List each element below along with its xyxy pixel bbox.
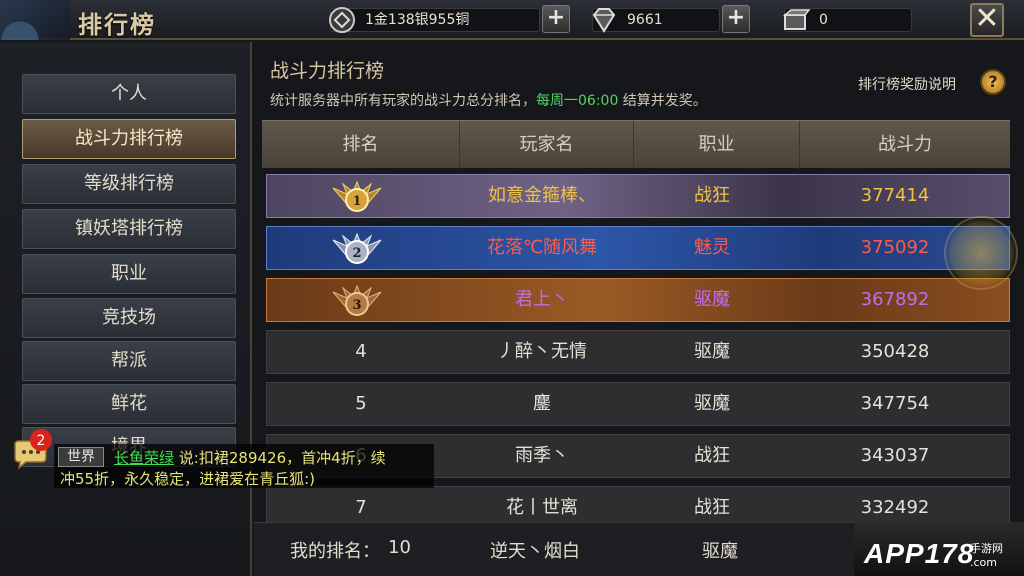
help-icon[interactable]: ? <box>980 69 1006 95</box>
diamond-icon <box>589 5 619 35</box>
desc-text: 统计服务器中所有玩家的战斗力总分排名， <box>270 93 536 109</box>
table-row[interactable]: 2 花落℃随风舞 魅灵 375092 <box>266 226 1010 270</box>
site-watermark: APP178 手游网 .com <box>854 522 1024 576</box>
desc-text-end: 结算并发奖。 <box>618 93 707 109</box>
page-title: 排行榜 <box>78 10 156 39</box>
header-power: 战斗力 <box>878 134 932 155</box>
player-class: 战狂 <box>694 185 730 206</box>
table-row[interactable]: 3 君上丶 驱魔 367892 <box>266 278 1010 322</box>
desc-time: 每周一06:00 <box>536 93 619 109</box>
nav-item-tower[interactable]: 镇妖塔排行榜 <box>22 209 236 249</box>
chat-line-1: 长鱼荣绿 说:扣裙289426，首冲4折，续 <box>114 447 386 468</box>
watermark-sub: 手游网 .com <box>970 540 1003 569</box>
currency-value: 1金138银955铜 <box>365 12 470 28</box>
player-rank: 5 <box>355 393 367 414</box>
player-power: 343037 <box>860 445 930 466</box>
player-name: 花落℃随风舞 <box>486 237 598 258</box>
nav-item-label: 等级排行榜 <box>84 173 174 194</box>
watermark-domain: .com <box>970 556 997 569</box>
nav-item-label: 帮派 <box>111 350 147 371</box>
panel-title: 战斗力排行榜 <box>270 60 385 82</box>
player-power: 377414 <box>860 185 930 206</box>
panel-description: 统计服务器中所有玩家的战斗力总分排名，每周一06:00 结算并发奖。 <box>270 90 707 110</box>
player-class: 驱魔 <box>694 289 730 310</box>
unread-badge: 2 <box>30 429 52 451</box>
watermark-text: APP178 <box>864 538 975 569</box>
header-player: 玩家名 <box>460 121 634 169</box>
table-row[interactable]: 5 鏖 驱魔 347754 <box>266 382 1010 426</box>
player-name: 鏖 <box>533 393 551 414</box>
nav-item-label: 个人 <box>111 83 147 104</box>
reward-info-link[interactable]: 排行榜奖励说明 <box>858 74 956 94</box>
coin-icon <box>327 5 357 35</box>
player-name: 丿醉丶无情 <box>497 341 587 362</box>
player-class: 驱魔 <box>694 393 730 414</box>
diamond-value: 9661 <box>627 12 663 28</box>
chat-username[interactable]: 长鱼荣绿 <box>114 449 174 467</box>
header-class: 职业 <box>634 121 800 169</box>
nav-item-label: 镇妖塔排行榜 <box>75 218 183 239</box>
my-class: 驱魔 <box>702 541 738 562</box>
table-row[interactable]: 1 如意金箍棒、 战狂 377414 <box>266 174 1010 218</box>
bronze-medal-icon: 3 <box>332 284 382 316</box>
chat-message-box[interactable]: 世界 长鱼荣绿 说:扣裙289426，首冲4折，续 冲55折，永久稳定，进裙爱在… <box>54 444 434 488</box>
nav-item-label: 战斗力排行榜 <box>75 128 183 149</box>
item-display: 0 <box>781 5 912 35</box>
nav-item-personal[interactable]: 个人 <box>22 74 236 114</box>
chat-line-2: 冲55折，永久稳定，进裙爱在青丘狐:) <box>60 470 315 488</box>
player-class: 魅灵 <box>694 237 730 258</box>
medal-rank: 3 <box>352 298 361 313</box>
chat-channel-tag: 世界 <box>58 447 104 467</box>
nav-item-flowers[interactable]: 鲜花 <box>22 384 236 424</box>
player-name: 如意金箍棒、 <box>488 185 596 206</box>
nav-item-label: 鲜花 <box>111 393 147 414</box>
nav-item-class[interactable]: 职业 <box>22 254 236 294</box>
nav-item-level[interactable]: 等级排行榜 <box>22 164 236 204</box>
watermark-sub-text: 手游网 <box>970 542 1003 555</box>
corner-ornament <box>0 0 70 40</box>
close-button[interactable]: ✕ <box>970 3 1004 37</box>
player-name: 雨季丶 <box>515 445 569 466</box>
top-bar: 排行榜 1金138银955铜 + 9661 + 0 ✕ <box>0 0 1024 40</box>
table-row[interactable]: 4 丿醉丶无情 驱魔 350428 <box>266 330 1010 374</box>
nav-item-label: 职业 <box>111 263 147 284</box>
nav-item-combat-power[interactable]: 战斗力排行榜 <box>22 119 236 159</box>
add-diamond-button[interactable]: + <box>722 5 750 33</box>
header-rank: 排名 <box>262 121 460 169</box>
player-class: 战狂 <box>694 445 730 466</box>
diamond-display: 9661 <box>589 5 720 35</box>
nav-item-label: 竞技场 <box>102 307 156 328</box>
nav-item-arena[interactable]: 竞技场 <box>22 298 236 338</box>
player-class: 驱魔 <box>694 341 730 362</box>
add-currency-button[interactable]: + <box>542 5 570 33</box>
my-rank-label: 我的排名： <box>290 541 380 562</box>
player-power: 347754 <box>860 393 930 414</box>
touch-indicator <box>944 216 1018 290</box>
my-rank-value: 10 <box>388 537 411 558</box>
silver-medal-icon: 2 <box>332 232 382 264</box>
item-box-icon <box>781 5 811 35</box>
table-header: 排名 玩家名 职业 战斗力 <box>262 120 1010 169</box>
chat-text: 说:扣裙289426，首冲4折，续 <box>178 449 386 467</box>
player-rank: 4 <box>355 341 367 362</box>
medal-rank: 1 <box>352 194 361 209</box>
currency-display: 1金138银955铜 <box>327 5 540 35</box>
item-value: 0 <box>819 12 828 28</box>
player-name: 君上丶 <box>515 289 569 310</box>
medal-rank: 2 <box>352 246 361 261</box>
gold-medal-icon: 1 <box>332 180 382 212</box>
close-icon: ✕ <box>974 1 1000 36</box>
player-power: 350428 <box>860 341 930 362</box>
my-name: 逆天丶烟白 <box>490 541 580 562</box>
nav-item-guild[interactable]: 帮派 <box>22 341 236 381</box>
